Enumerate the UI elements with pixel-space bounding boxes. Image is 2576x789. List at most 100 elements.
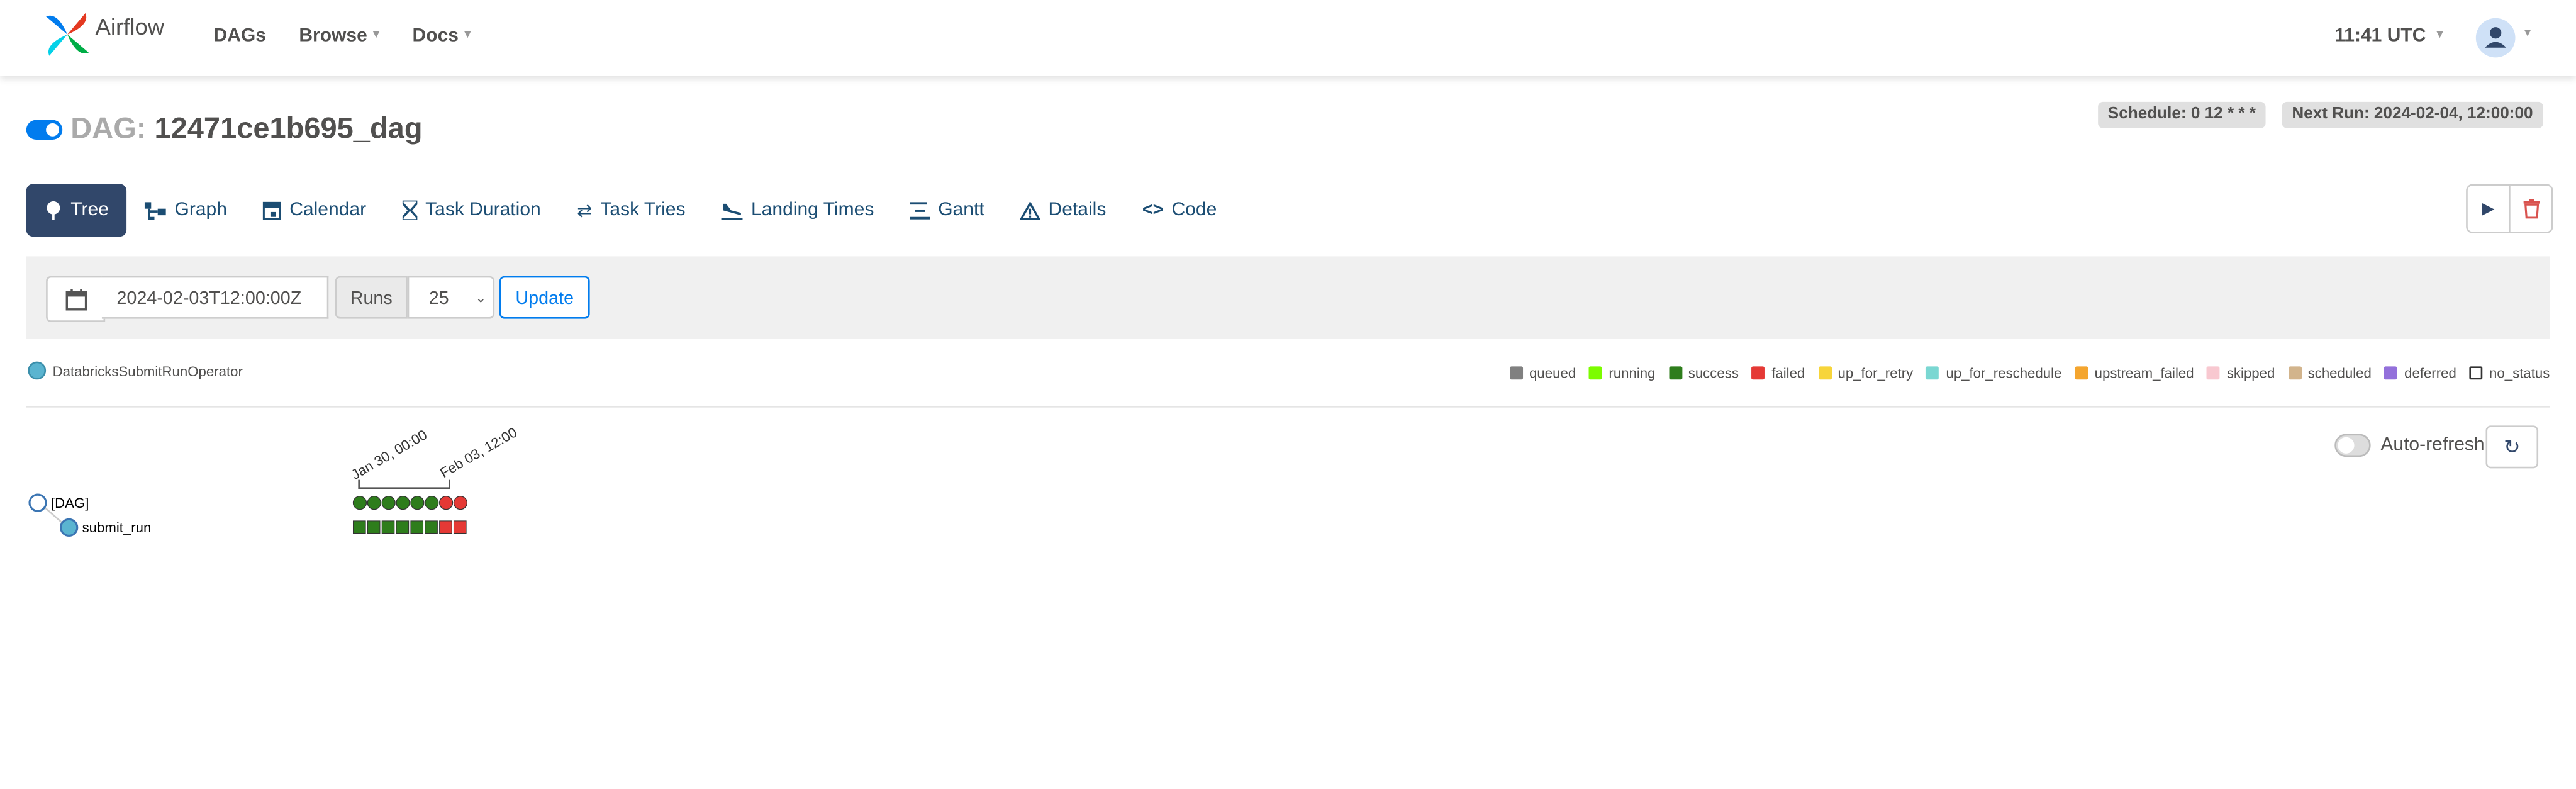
legend-item-scheduled: scheduled <box>2288 365 2372 381</box>
legend-swatch <box>1668 366 1682 380</box>
task-instance-square[interactable] <box>410 520 424 534</box>
user-icon <box>2485 27 2507 48</box>
legend-item-up-for-retry: up_for_retry <box>1818 365 1913 381</box>
code-icon: <> <box>1142 200 1164 220</box>
hourglass-icon <box>402 200 418 220</box>
task-instance-square[interactable] <box>439 520 452 534</box>
date-label: Feb 03, 12:00 <box>437 424 520 481</box>
legend-item-deferred: deferred <box>2384 364 2456 381</box>
date-picker-button[interactable] <box>46 276 106 322</box>
tab-task-duration[interactable]: Task Duration <box>384 184 559 237</box>
legend-item-running: running <box>1589 365 1655 381</box>
tab-task-tries[interactable]: ⇄ Task Tries <box>559 184 703 237</box>
tree-view: Jan 30, 00:00 Feb 03, 12:00 [DAG] submit… <box>28 424 520 537</box>
legend-swatch <box>1509 366 1523 380</box>
dag-id: 12471ce1b695_dag <box>154 111 423 145</box>
tab-tree[interactable]: Tree <box>26 184 127 237</box>
dag-run-circle[interactable] <box>367 496 381 510</box>
graph-icon <box>145 201 167 220</box>
update-button[interactable]: Update <box>499 276 590 319</box>
nav-item-browse[interactable]: Browse ▼ <box>299 26 382 46</box>
tab-calendar[interactable]: Calendar <box>245 184 384 237</box>
refresh-button[interactable]: ↻ <box>2485 425 2539 469</box>
runs-label: Runs <box>335 276 408 319</box>
legend-swatch <box>2384 366 2398 380</box>
auto-refresh-label: Auto-refresh <box>2380 435 2485 456</box>
nav-item-docs[interactable]: Docs ▼ <box>413 26 474 46</box>
operator-legend: DatabricksSubmitRunOperator <box>28 361 243 380</box>
tab-landing-times[interactable]: Landing Times <box>703 184 892 237</box>
legend-label: success <box>1688 364 1739 381</box>
task-instance-square[interactable] <box>352 520 366 534</box>
task-node[interactable] <box>60 518 79 537</box>
dag-run-circle[interactable] <box>352 496 367 510</box>
dag-run-circle[interactable] <box>381 496 396 510</box>
dag-header: DAG: 12471ce1b695_dag <box>26 112 423 147</box>
legend-item-success: success <box>1668 365 1739 381</box>
tree-filter-bar: 2024-02-03T12:00:00Z Runs 25 ⌄ Update <box>26 256 2550 339</box>
date-bracket <box>358 479 450 489</box>
schedule-badge: Schedule: 0 12 * * * <box>2098 101 2266 128</box>
tab-details[interactable]: Details <box>1002 184 1124 237</box>
brand[interactable]: Airflow <box>43 10 164 59</box>
dag-run-circle[interactable] <box>425 496 439 510</box>
trash-icon <box>2523 199 2540 219</box>
legend-label: deferred <box>2404 364 2456 381</box>
tab-gantt[interactable]: Gantt <box>892 184 1002 237</box>
play-icon: ▶ <box>2482 199 2495 218</box>
nav-item-dags[interactable]: DAGs <box>214 26 266 46</box>
delete-dag-button[interactable] <box>2511 186 2551 232</box>
retry-icon: ⇄ <box>577 201 593 221</box>
task-instance-square[interactable] <box>396 520 410 534</box>
legend-item-failed: failed <box>1751 364 1805 381</box>
auto-refresh-toggle[interactable] <box>2334 434 2371 457</box>
dag-run-circle[interactable] <box>410 496 425 510</box>
pinwheel-logo-icon <box>46 13 89 56</box>
top-navbar: Airflow DAGs Browse ▼ Docs ▼ 11:41 UTC ▼ ▼ <box>0 0 2576 76</box>
next-run-badge: Next Run: 2024-02-04, 12:00:00 <box>2282 101 2543 128</box>
legend-item-skipped: skipped <box>2207 365 2275 381</box>
tree-node-label: [DAG] <box>51 495 89 511</box>
dag-run-circle[interactable] <box>438 496 454 510</box>
base-date-input[interactable]: 2024-02-03T12:00:00Z <box>101 276 329 319</box>
legend-label: failed <box>1771 364 1805 381</box>
task-instance-square[interactable] <box>367 520 381 534</box>
legend-item-no-status: no_status <box>2469 364 2550 381</box>
dag-runs-row <box>352 496 468 510</box>
divider <box>26 406 2550 408</box>
task-instance-square[interactable] <box>425 520 438 534</box>
utc-clock[interactable]: 11:41 UTC ▼ <box>2334 26 2445 46</box>
date-label: Jan 30, 00:00 <box>348 427 430 483</box>
num-runs-select[interactable]: 25 ⌄ <box>407 276 495 319</box>
tab-code[interactable]: <> Code <box>1124 184 1235 237</box>
warning-triangle-icon <box>1020 201 1040 220</box>
legend-label: skipped <box>2226 364 2275 381</box>
task-instance-square[interactable] <box>381 520 395 534</box>
legend-item-up-for-reschedule: up_for_reschedule <box>1926 365 2061 381</box>
dag-pause-toggle[interactable] <box>26 119 63 139</box>
legend-item-queued: queued <box>1509 365 1576 381</box>
legend-label: no_status <box>2489 364 2550 381</box>
task-instance-square[interactable] <box>453 520 467 534</box>
chevron-down-icon: ⌄ <box>475 291 487 306</box>
calendar-icon <box>263 201 282 220</box>
dag-run-circle[interactable] <box>453 496 468 510</box>
plane-landing-icon <box>721 203 743 220</box>
chevron-down-icon: ▼ <box>371 30 382 42</box>
trigger-dag-button[interactable]: ▶ <box>2468 186 2511 232</box>
dag-view-tabs: Tree Graph Calendar Task Duration ⇄ Task… <box>26 184 1235 237</box>
legend-swatch <box>1818 366 1832 380</box>
dag-actions: ▶ <box>2466 184 2553 233</box>
legend-swatch <box>2469 366 2483 380</box>
legend-item-upstream-failed: upstream_failed <box>2075 365 2194 381</box>
legend-label: scheduled <box>2307 364 2372 381</box>
user-avatar[interactable] <box>2475 18 2516 58</box>
tab-graph[interactable]: Graph <box>127 184 245 237</box>
dag-run-circle[interactable] <box>396 496 410 510</box>
dag-root-node[interactable] <box>28 493 47 512</box>
gantt-icon <box>910 201 930 219</box>
chevron-down-icon[interactable]: ▼ <box>2522 28 2533 39</box>
task-instances-row <box>352 520 467 534</box>
legend-swatch <box>1751 366 1765 380</box>
legend-label: upstream_failed <box>2094 364 2194 381</box>
